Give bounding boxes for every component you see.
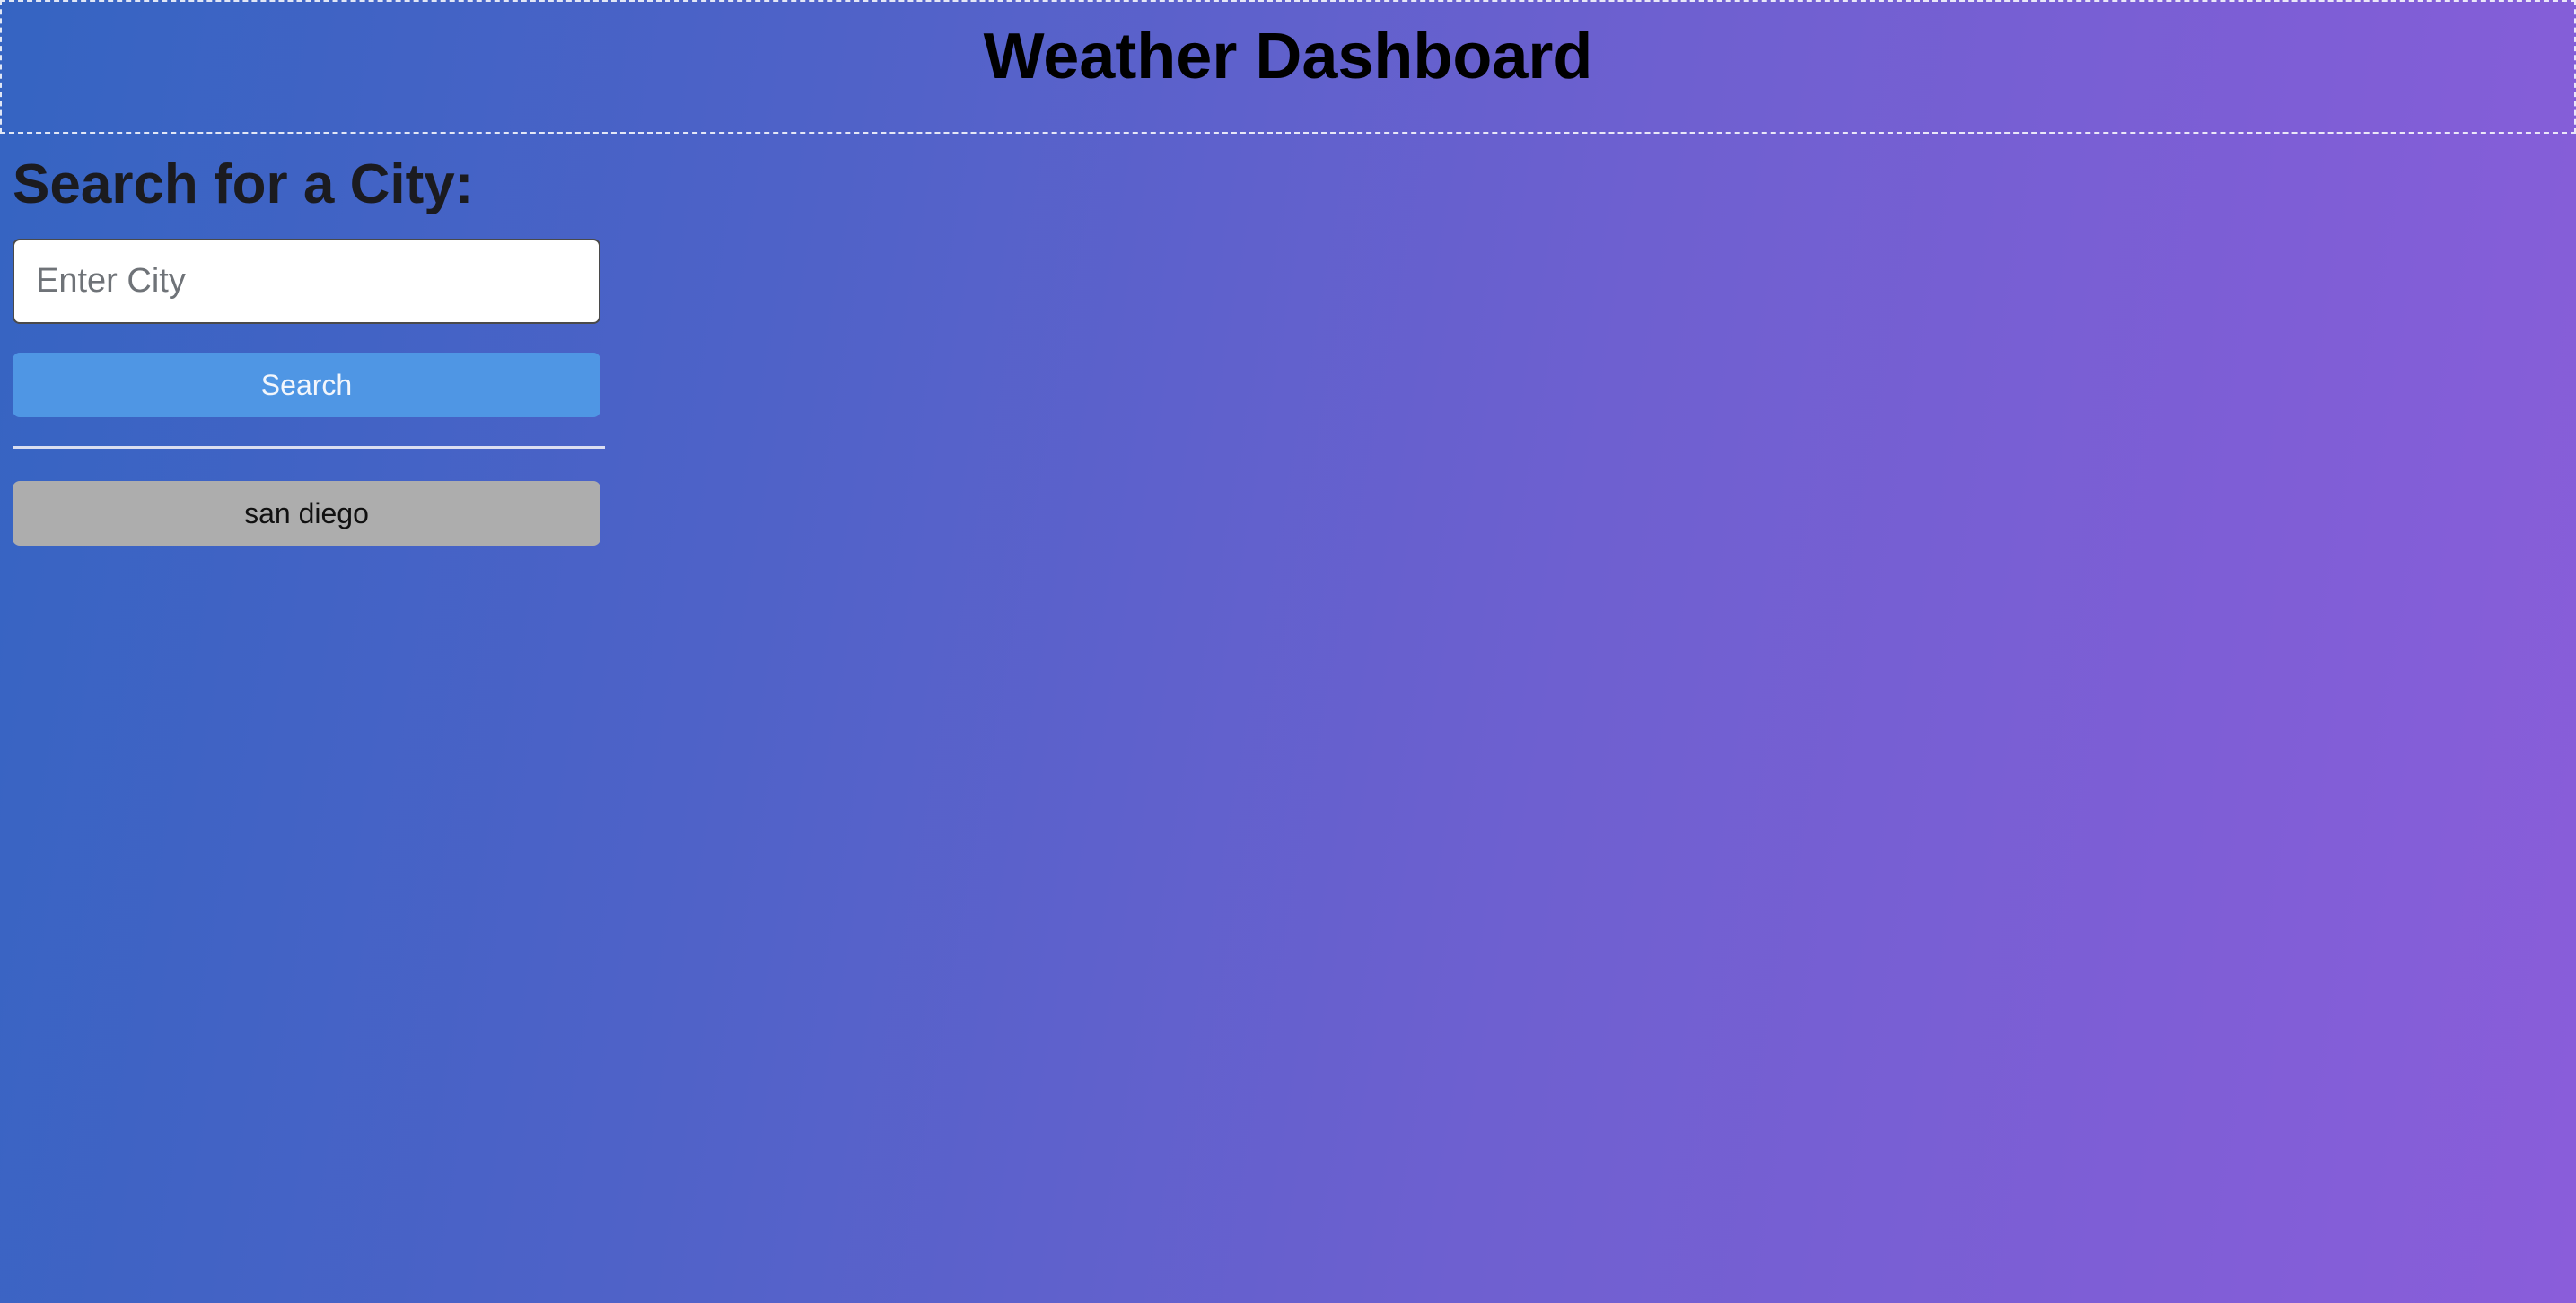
search-heading: Search for a City: xyxy=(13,153,474,215)
search-sidebar: Search for a City: Search san diego xyxy=(13,151,605,546)
city-search-input[interactable] xyxy=(13,239,600,324)
app-header: Weather Dashboard xyxy=(0,0,2576,134)
search-button[interactable]: Search xyxy=(13,353,600,417)
page-title: Weather Dashboard xyxy=(983,20,1593,92)
divider xyxy=(13,446,605,449)
history-item-san-diego[interactable]: san diego xyxy=(13,481,600,546)
search-history-list: san diego xyxy=(13,481,605,546)
